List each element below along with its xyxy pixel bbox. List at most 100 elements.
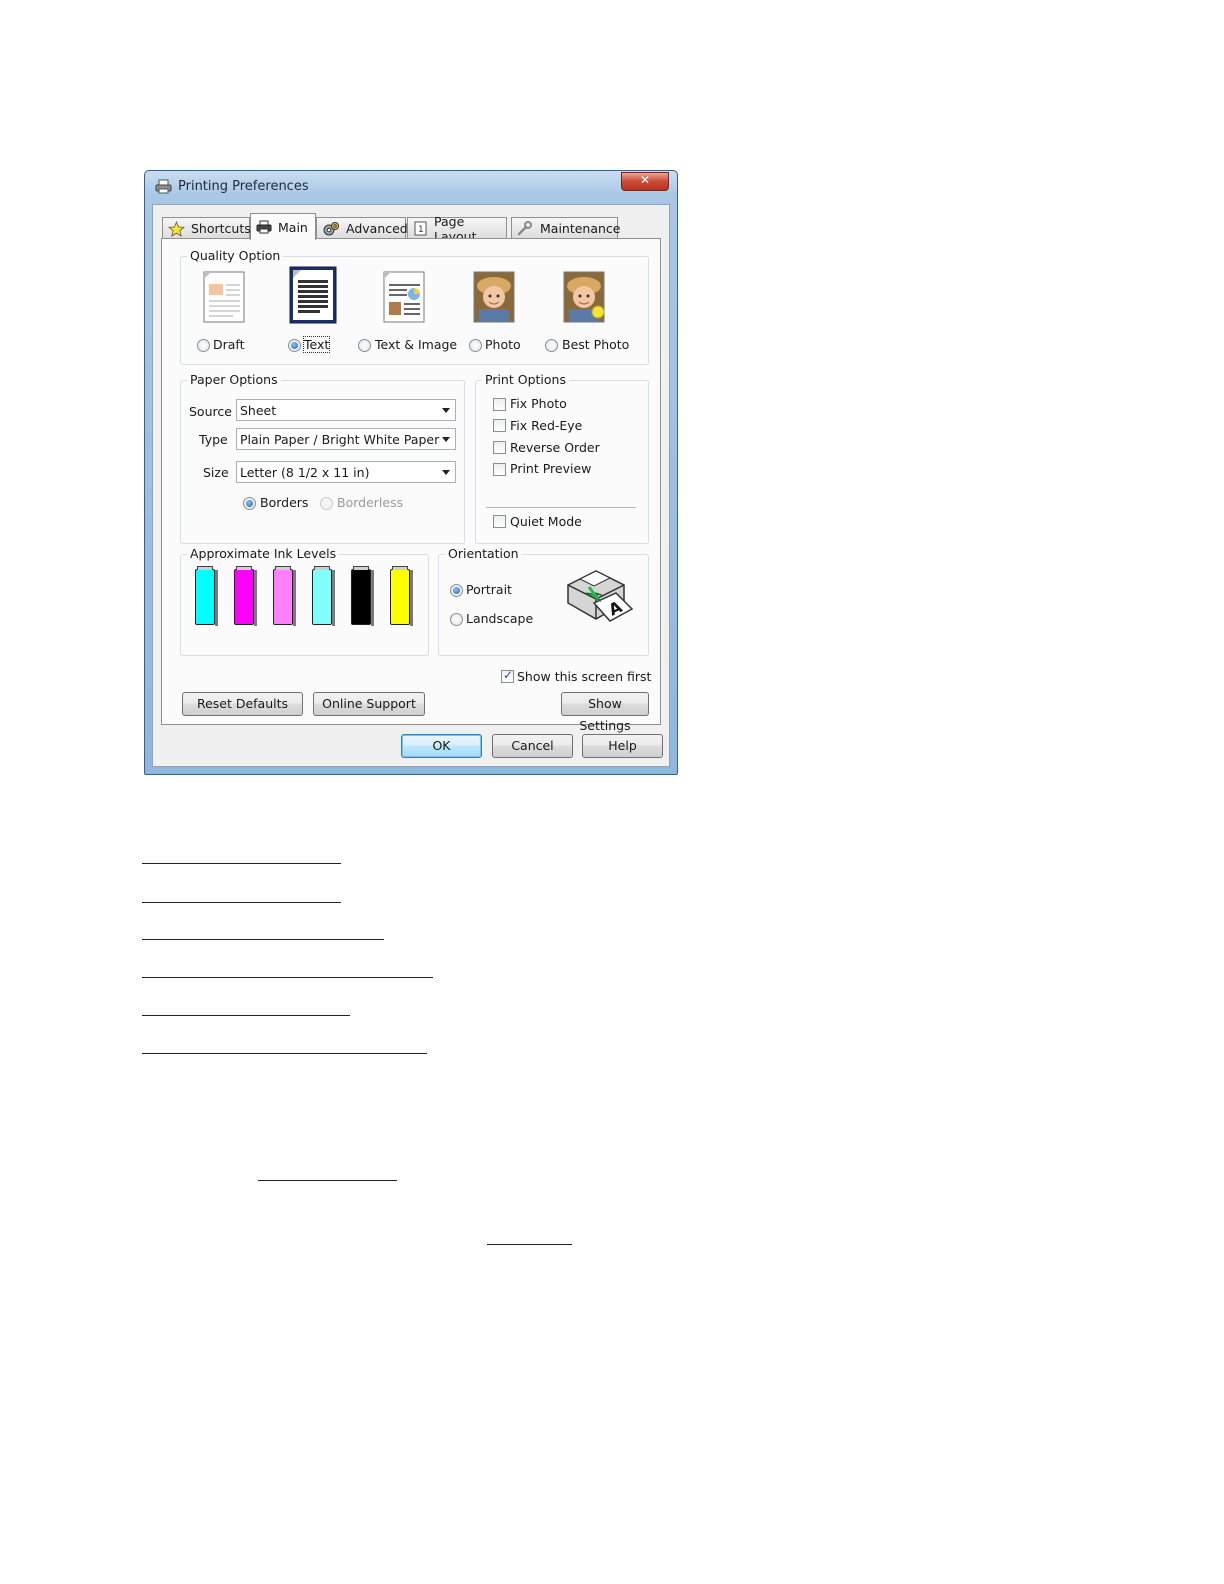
link-underline[interactable] bbox=[142, 1053, 427, 1054]
size-select[interactable]: Letter (8 1/2 x 11 in) bbox=[236, 461, 456, 483]
photo-quality-icon[interactable] bbox=[471, 270, 517, 324]
type-select[interactable]: Plain Paper / Bright White Paper bbox=[236, 428, 456, 450]
star-icon bbox=[168, 220, 185, 237]
ink-cartridge bbox=[234, 566, 257, 626]
fix-red-eye-label: Fix Red-Eye bbox=[510, 418, 583, 433]
link-underline[interactable] bbox=[142, 902, 341, 903]
best-photo-radio[interactable] bbox=[545, 339, 558, 352]
window-title: Printing Preferences bbox=[178, 179, 309, 194]
type-label: Type bbox=[199, 432, 228, 447]
cancel-button[interactable]: Cancel bbox=[492, 734, 573, 758]
type-value: Plain Paper / Bright White Paper bbox=[240, 432, 440, 447]
link-underline[interactable] bbox=[142, 863, 341, 864]
print-options-group: Print Options Fix Photo Fix Red-Eye Reve… bbox=[475, 372, 649, 544]
reverse-order-checkbox[interactable] bbox=[493, 441, 506, 454]
draft-label: Draft bbox=[213, 337, 245, 352]
chevron-down-icon bbox=[442, 470, 450, 475]
svg-text:1: 1 bbox=[418, 225, 424, 235]
print-preview-label: Print Preview bbox=[510, 461, 592, 476]
group-label: Orientation bbox=[445, 546, 522, 561]
printer-icon bbox=[155, 179, 172, 194]
text-quality-icon[interactable] bbox=[289, 266, 337, 324]
printer-icon bbox=[256, 220, 272, 234]
text-radio[interactable] bbox=[288, 339, 301, 352]
quiet-mode-label: Quiet Mode bbox=[510, 514, 582, 529]
source-select[interactable]: Sheet bbox=[236, 399, 456, 421]
show-screen-first-label: Show this screen first bbox=[517, 669, 652, 684]
ink-cartridge bbox=[351, 566, 374, 626]
tab-label: Maintenance bbox=[540, 221, 621, 236]
tab-advanced[interactable]: Advanced bbox=[316, 217, 408, 239]
link-underline[interactable] bbox=[142, 939, 384, 940]
landscape-label: Landscape bbox=[466, 611, 534, 626]
paper-options-group: Paper Options Source Sheet Type Plain Pa… bbox=[180, 372, 465, 544]
source-label: Source bbox=[189, 404, 232, 419]
source-value: Sheet bbox=[240, 403, 277, 418]
text-image-radio[interactable] bbox=[358, 339, 371, 352]
size-label: Size bbox=[203, 465, 229, 480]
printing-preferences-dialog: Printing Preferences Shortcuts Main bbox=[144, 170, 678, 775]
printer-portrait-icon: A bbox=[567, 570, 634, 622]
size-value: Letter (8 1/2 x 11 in) bbox=[240, 465, 370, 480]
group-label: Print Options bbox=[482, 372, 569, 387]
ink-levels-group: Approximate Ink Levels bbox=[180, 546, 429, 656]
text-image-quality-icon[interactable] bbox=[381, 270, 427, 324]
ink-cartridge bbox=[312, 566, 335, 626]
title-bar[interactable]: Printing Preferences bbox=[145, 171, 677, 201]
draft-radio[interactable] bbox=[197, 339, 210, 352]
borders-radio[interactable] bbox=[243, 497, 256, 510]
fix-red-eye-checkbox[interactable] bbox=[493, 419, 506, 432]
link-underline[interactable] bbox=[142, 977, 433, 978]
chevron-down-icon bbox=[442, 437, 450, 442]
wrench-icon bbox=[517, 221, 532, 236]
text-image-label: Text & Image bbox=[375, 337, 458, 352]
gears-icon bbox=[323, 221, 339, 235]
text-label: Text bbox=[302, 336, 331, 353]
fix-photo-checkbox[interactable] bbox=[493, 398, 506, 411]
group-label: Approximate Ink Levels bbox=[187, 546, 340, 561]
portrait-label: Portrait bbox=[466, 582, 512, 597]
borderless-radio[interactable] bbox=[320, 497, 333, 510]
separator bbox=[486, 507, 636, 508]
portrait-radio[interactable] bbox=[450, 584, 463, 597]
group-label: Quality Option bbox=[187, 248, 284, 263]
tab-maintenance[interactable]: Maintenance bbox=[511, 217, 621, 239]
tab-page-layout[interactable]: 1 Page Layout bbox=[407, 214, 507, 244]
ok-button[interactable]: OK bbox=[401, 734, 482, 758]
landscape-radio[interactable] bbox=[450, 613, 463, 626]
help-button[interactable]: Help bbox=[582, 734, 663, 758]
best-photo-quality-icon[interactable] bbox=[561, 270, 607, 324]
link-underline[interactable] bbox=[258, 1180, 397, 1181]
ink-cartridge bbox=[390, 566, 413, 626]
tab-shortcuts[interactable]: Shortcuts bbox=[162, 217, 251, 239]
link-underline[interactable] bbox=[142, 1015, 350, 1016]
online-support-button[interactable]: Online Support bbox=[313, 692, 425, 716]
print-preview-checkbox[interactable] bbox=[493, 463, 506, 476]
photo-label: Photo bbox=[485, 337, 521, 352]
quality-option-group: Quality Option Draft Text Text & Image P… bbox=[180, 248, 649, 365]
tab-label: Shortcuts bbox=[191, 221, 251, 236]
borderless-label: Borderless bbox=[337, 495, 404, 510]
close-button[interactable] bbox=[621, 172, 669, 191]
best-photo-label: Best Photo bbox=[562, 337, 630, 352]
reverse-order-label: Reverse Order bbox=[510, 440, 600, 455]
page-icon: 1 bbox=[414, 221, 427, 236]
tab-label: Advanced bbox=[346, 221, 408, 236]
orientation-group: Orientation Portrait Landscape A bbox=[438, 546, 649, 656]
main-tab-page: Quality Option Draft Text Text & Image P… bbox=[161, 238, 661, 733]
ink-cartridge bbox=[195, 566, 218, 626]
draft-quality-icon[interactable] bbox=[201, 270, 247, 324]
tab-main[interactable]: Main bbox=[250, 213, 316, 240]
dialog-client-area: Shortcuts Main Advanced 1 Page Layout Ma… bbox=[152, 204, 670, 767]
tab-label: Main bbox=[278, 219, 308, 235]
show-screen-first-checkbox[interactable] bbox=[501, 668, 514, 683]
fix-photo-label: Fix Photo bbox=[510, 396, 567, 411]
photo-radio[interactable] bbox=[469, 339, 482, 352]
link-underline[interactable] bbox=[487, 1244, 572, 1245]
reset-defaults-button[interactable]: Reset Defaults bbox=[182, 692, 303, 716]
borders-label: Borders bbox=[260, 495, 309, 510]
quiet-mode-checkbox[interactable] bbox=[493, 515, 506, 528]
show-settings-button[interactable]: Show Settings bbox=[561, 692, 649, 733]
group-label: Paper Options bbox=[187, 372, 281, 387]
chevron-down-icon bbox=[442, 408, 450, 413]
